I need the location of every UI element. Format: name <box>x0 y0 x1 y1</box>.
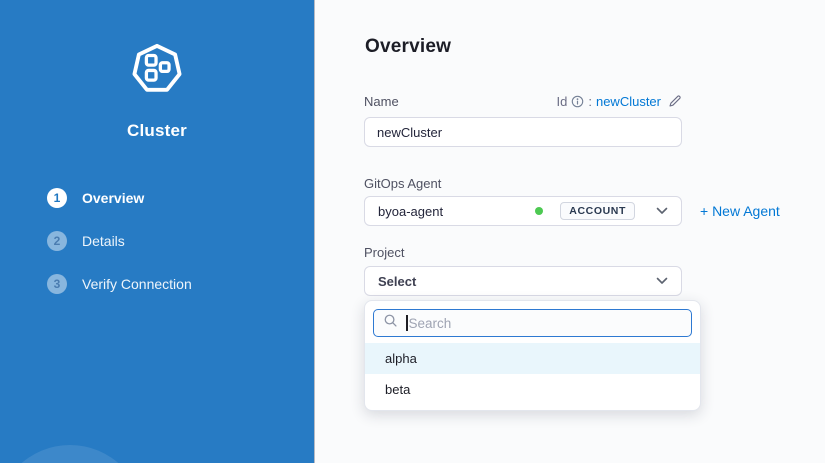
id-label: Id <box>557 94 568 109</box>
search-icon <box>383 313 398 333</box>
step-label: Details <box>82 233 125 249</box>
name-label: Name <box>364 94 399 109</box>
project-label: Project <box>364 245 404 260</box>
info-icon[interactable] <box>571 95 584 108</box>
scope-badge: ACCOUNT <box>560 202 635 221</box>
id-separator: : <box>588 94 592 109</box>
decorative-circle <box>0 445 144 463</box>
search-placeholder: Search <box>409 316 452 331</box>
step-number-badge: 2 <box>47 231 67 251</box>
cluster-icon <box>130 83 184 100</box>
gitops-agent-label: GitOps Agent <box>364 176 441 191</box>
dropdown-option-beta[interactable]: beta <box>365 374 700 405</box>
project-dropdown-menu: Search alpha beta <box>364 300 701 411</box>
wizard-sidebar: Cluster 1 Overview 2 Details 3 Verify Co… <box>0 0 315 463</box>
dropdown-search-input[interactable]: Search <box>373 309 692 337</box>
dropdown-option-alpha[interactable]: alpha <box>365 343 700 374</box>
chevron-down-icon <box>656 207 668 215</box>
step-overview[interactable]: 1 Overview <box>47 188 314 208</box>
edit-id-icon[interactable] <box>668 94 682 108</box>
agent-value: byoa-agent <box>378 204 443 219</box>
agent-health-dot <box>535 207 543 215</box>
step-details[interactable]: 2 Details <box>47 231 314 251</box>
step-number-badge: 1 <box>47 188 67 208</box>
project-select[interactable]: Select <box>364 266 682 296</box>
new-agent-button[interactable]: + New Agent <box>700 203 780 219</box>
step-verify-connection[interactable]: 3 Verify Connection <box>47 274 314 294</box>
step-number-badge: 3 <box>47 274 67 294</box>
overview-step-panel: Overview Name Id : newCluster <box>315 0 825 463</box>
brand: Cluster <box>0 0 314 141</box>
step-label: Verify Connection <box>82 276 192 292</box>
id-value[interactable]: newCluster <box>596 94 661 109</box>
gitops-agent-select[interactable]: byoa-agent ACCOUNT <box>364 196 682 226</box>
cluster-name-input[interactable] <box>364 117 682 147</box>
cluster-wizard: Cluster 1 Overview 2 Details 3 Verify Co… <box>0 0 825 463</box>
id-row: Id : newCluster <box>557 94 683 109</box>
project-placeholder: Select <box>378 274 416 289</box>
wizard-title: Cluster <box>0 121 314 141</box>
step-label: Overview <box>82 190 144 206</box>
page-title: Overview <box>365 36 451 58</box>
name-label-row: Name Id : newCluster <box>364 93 682 109</box>
wizard-steps: 1 Overview 2 Details 3 Verify Connection <box>0 188 314 294</box>
chevron-down-icon <box>656 277 668 285</box>
text-cursor <box>406 315 408 331</box>
